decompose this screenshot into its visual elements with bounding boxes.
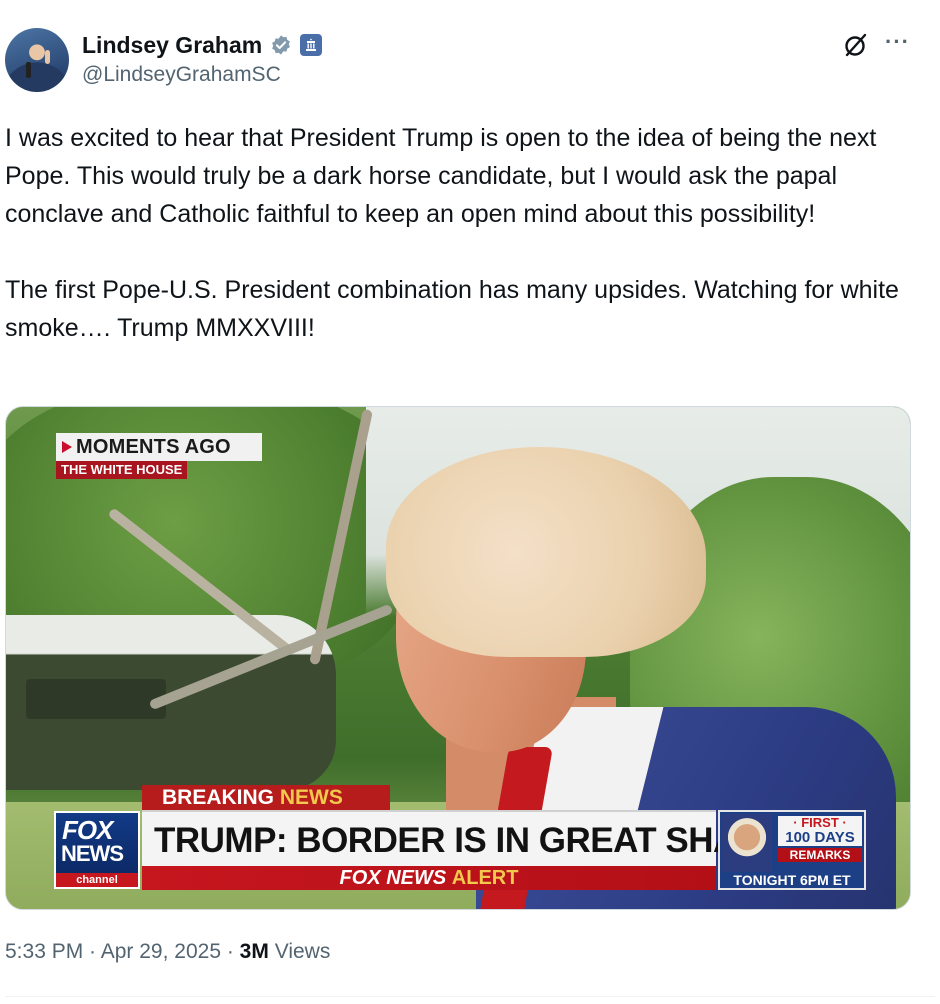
network-logo-line2: NEWS — [61, 841, 124, 866]
author-name[interactable]: Lindsey Graham — [82, 32, 262, 59]
promo-days: 100 DAYS — [778, 830, 862, 846]
meta-separator: · — [83, 940, 101, 963]
promo-remarks: REMARKS — [778, 848, 862, 862]
helicopter-window — [26, 679, 166, 719]
breaking-news-label: BREAKING NEWS — [142, 785, 390, 811]
promo-first: · FIRST · — [778, 816, 862, 830]
alert-network: FOX NEWS — [339, 867, 447, 889]
author-name-row: Lindsey Graham — [82, 31, 323, 59]
chyron-headline: TRUMP: BORDER IS IN GREAT SHAPE — [154, 821, 784, 860]
chyron: TRUMP: BORDER IS IN GREAT SHAPE — [142, 810, 784, 866]
network-logo: FOX NEWS channel — [54, 811, 140, 889]
breaking-word: BREAKING — [162, 786, 275, 809]
grok-icon[interactable] — [843, 32, 869, 58]
tweet-video[interactable]: MOMENTS AGO THE WHITE HOUSE BREAKING NEW… — [5, 406, 911, 910]
avatar[interactable] — [5, 28, 69, 92]
more-options-icon[interactable]: ··· — [885, 29, 910, 55]
play-triangle-icon — [62, 441, 72, 453]
tweet-header: Lindsey Graham @LindseyGrahamSC ··· — [5, 28, 935, 94]
promo-thumbnail — [722, 814, 772, 872]
tweet-text: I was excited to hear that President Tru… — [5, 124, 899, 342]
promo-box: · FIRST · 100 DAYS REMARKS TONIGHT 6PM E… — [718, 810, 866, 890]
meta-separator: · — [221, 940, 240, 963]
news-word: NEWS — [279, 786, 343, 809]
avatar-hand — [45, 50, 50, 64]
tweet-time[interactable]: 5:33 PM — [5, 940, 83, 963]
author-handle[interactable]: @LindseyGrahamSC — [82, 63, 281, 87]
views-count[interactable]: 3M — [240, 940, 269, 963]
location-label: THE WHITE HOUSE — [56, 461, 188, 479]
alert-bar: FOX NEWS ALERT — [142, 866, 716, 890]
alert-word: ALERT — [451, 867, 519, 889]
divider — [5, 996, 935, 997]
promo-time: TONIGHT 6PM ET — [733, 872, 851, 888]
moments-ago-label: MOMENTS AGO — [76, 435, 231, 458]
views-label: Views — [268, 940, 331, 963]
live-indicator: MOMENTS AGO — [56, 433, 262, 461]
tweet-date[interactable]: Apr 29, 2025 — [101, 940, 221, 963]
network-logo-line3: channel — [56, 873, 138, 887]
microphone-icon — [26, 62, 31, 78]
verified-badge-icon[interactable] — [270, 34, 292, 56]
tweet-meta: 5:33 PM · Apr 29, 2025 · 3M Views — [5, 940, 330, 964]
government-badge-icon[interactable] — [300, 34, 323, 56]
